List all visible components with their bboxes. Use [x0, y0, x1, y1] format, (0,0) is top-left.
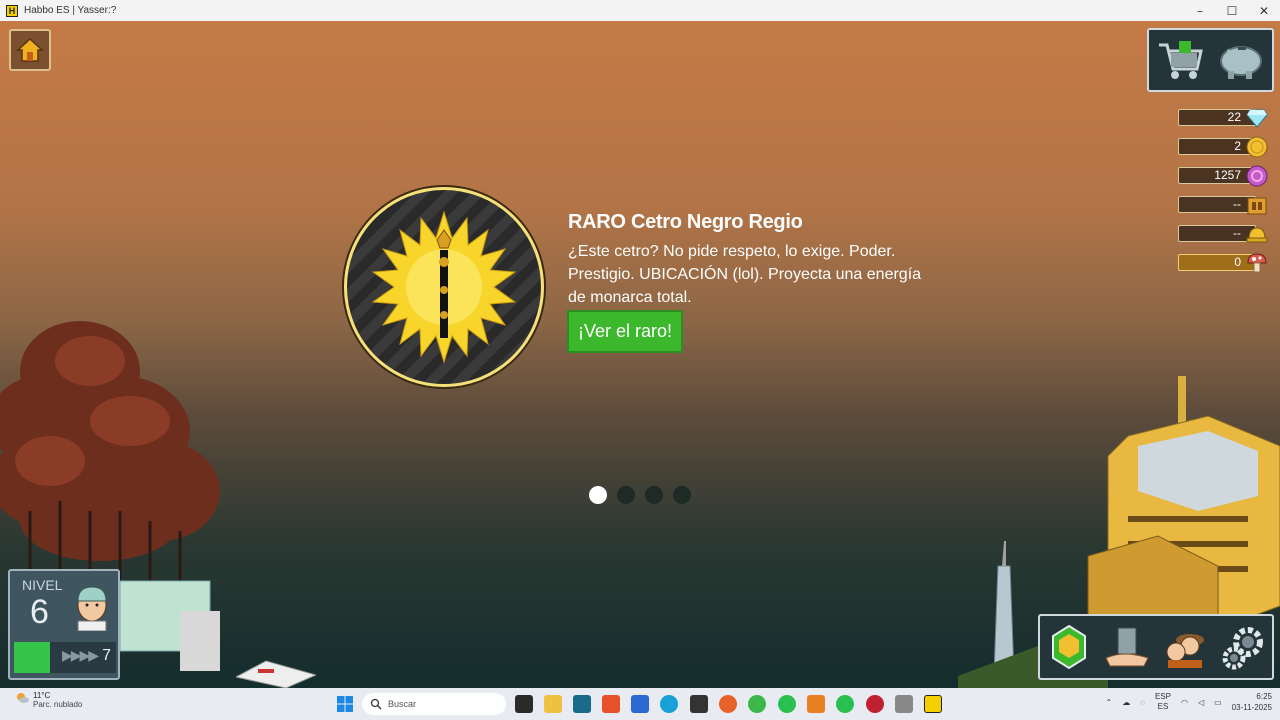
language-top: ESP — [1154, 692, 1171, 701]
onedrive-icon[interactable]: ☁ — [1122, 698, 1130, 707]
window-title-bar: H Habbo ES | Yasser:? – ☐ ✕ — [0, 0, 1280, 22]
clock-date: 03-11-2025 — [1231, 703, 1272, 712]
system-tray: ⌃ ☁ ◌ ESP ES ◠ ◁ ▭ 6:25 03-11-2025 — [1105, 691, 1272, 713]
carousel-dot-3[interactable] — [645, 486, 663, 504]
currency-mushrooms[interactable]: 0 — [1178, 252, 1268, 274]
currency-value: 22 — [1178, 109, 1256, 126]
progress-arrows: ▶▶▶▶ — [62, 648, 99, 664]
app-icon-grey[interactable] — [895, 695, 913, 713]
ducket-icon — [1246, 165, 1268, 187]
level-number: 6 — [30, 593, 49, 631]
game-viewport[interactable]: 22 2 1257 -- -- 0 RARO Cetro Negro Regio… — [0, 21, 1280, 688]
currency-diamonds[interactable]: 22 — [1178, 107, 1268, 129]
file-explorer-icon[interactable] — [544, 695, 562, 713]
coin-icon — [1246, 136, 1268, 158]
carousel-dot-2[interactable] — [617, 486, 635, 504]
settings-button[interactable] — [1219, 622, 1267, 672]
app-icon-dark[interactable] — [690, 695, 708, 713]
shop-panel — [1147, 28, 1274, 92]
currency-value: -- — [1178, 196, 1256, 213]
catalog-building-icon — [1105, 627, 1149, 667]
currency-builder[interactable]: -- — [1178, 223, 1268, 243]
currency-event[interactable]: -- — [1178, 194, 1268, 216]
friends-button[interactable] — [1161, 622, 1209, 672]
friends-icon — [1166, 634, 1204, 668]
shop-cart-icon[interactable] — [1155, 37, 1205, 83]
promo-title: RARO Cetro Negro Regio — [568, 211, 803, 233]
car-scenery — [236, 660, 316, 688]
chevron-up-icon[interactable]: ⌃ — [1105, 698, 1112, 707]
navigator-icon — [1052, 624, 1086, 670]
clock-time: 6:25 — [1256, 692, 1272, 701]
view-rare-button[interactable]: ¡Ver el raro! — [567, 310, 683, 353]
helmet-icon — [1246, 223, 1268, 245]
minimize-button[interactable]: – — [1184, 0, 1216, 21]
level-label: NIVEL — [22, 577, 63, 593]
weather-temp: 11°C — [33, 691, 51, 700]
language-indicator[interactable]: ESP ES — [1155, 692, 1171, 712]
weather-widget[interactable]: 11°C Parc. nublado — [16, 691, 82, 709]
level-panel[interactable]: NIVEL 6 ▶▶▶▶ 7 — [8, 569, 120, 680]
carousel-dot-1[interactable] — [589, 486, 607, 504]
clock[interactable]: 6:25 03-11-2025 — [1232, 691, 1272, 713]
weather-cloud-icon — [17, 693, 29, 703]
search-icon — [370, 698, 382, 710]
maximize-button[interactable]: ☐ — [1216, 0, 1248, 21]
avatar — [77, 586, 107, 631]
level-progress-bar: ▶▶▶▶ 7 — [14, 642, 116, 673]
firefox-icon[interactable] — [719, 695, 737, 713]
currency-credits[interactable]: 2 — [1178, 136, 1268, 158]
catalog-button[interactable] — [1103, 622, 1151, 672]
diamond-icon — [1246, 107, 1268, 129]
app-icon-teal[interactable] — [573, 695, 591, 713]
language-bottom: ES — [1157, 702, 1169, 711]
carousel-dot-4[interactable] — [673, 486, 691, 504]
currency-duckets[interactable]: 1257 — [1178, 165, 1268, 187]
habbo-app-icon: H — [6, 4, 18, 17]
windows-start-icon[interactable] — [337, 696, 353, 712]
search-placeholder: Buscar — [388, 699, 417, 709]
gate-icon — [1246, 194, 1268, 216]
navigator-button[interactable] — [1045, 622, 1093, 672]
weather-desc: Parc. nublado — [33, 700, 83, 709]
bottom-right-toolbar — [1038, 614, 1274, 680]
scepter-icon — [371, 210, 517, 364]
carousel-pagination — [589, 486, 691, 504]
promo-description: ¿Este cetro? No pide respeto, lo exige. … — [568, 243, 922, 306]
whatsapp-icon-2[interactable] — [836, 695, 854, 713]
app-icon-orange[interactable] — [807, 695, 825, 713]
piggy-bank-icon[interactable] — [1216, 37, 1266, 83]
currency-value: 1257 — [1178, 167, 1256, 184]
close-button[interactable]: ✕ — [1248, 0, 1280, 21]
settings-gear-icon — [1222, 627, 1263, 670]
mushroom-icon — [1246, 252, 1268, 274]
wifi-icon[interactable]: ◠ — [1181, 698, 1188, 707]
taskbar-search[interactable]: Buscar — [362, 693, 506, 715]
network-icon[interactable]: ◌ — [1140, 698, 1145, 707]
battery-icon[interactable]: ▭ — [1214, 698, 1222, 707]
window-title: Habbo ES | Yasser:? — [24, 5, 117, 16]
task-view-icon[interactable] — [515, 695, 533, 713]
currency-value: -- — [1178, 225, 1256, 242]
chrome-icon[interactable] — [748, 695, 766, 713]
rare-item-badge — [344, 187, 544, 387]
next-level-number: 7 — [102, 647, 111, 664]
home-icon — [16, 37, 44, 62]
habbo-taskbar-icon[interactable] — [924, 695, 942, 713]
whatsapp-icon[interactable] — [778, 695, 796, 713]
app-icon-red[interactable] — [866, 695, 884, 713]
volume-icon[interactable]: ◁ — [1198, 698, 1204, 707]
home-button[interactable] — [9, 29, 51, 71]
level-progress-fill — [14, 642, 50, 673]
store-icon[interactable] — [631, 695, 649, 713]
currency-value: 2 — [1178, 138, 1256, 155]
currency-list: 22 2 1257 -- -- 0 — [1178, 107, 1268, 281]
edge-browser-icon[interactable] — [660, 695, 678, 713]
windows-taskbar: 11°C Parc. nublado Buscar ⌃ ☁ ◌ ESP ES ◠… — [0, 688, 1280, 720]
window-controls: – ☐ ✕ — [1184, 0, 1280, 21]
brave-browser-icon[interactable] — [602, 695, 620, 713]
currency-value: 0 — [1178, 254, 1256, 271]
